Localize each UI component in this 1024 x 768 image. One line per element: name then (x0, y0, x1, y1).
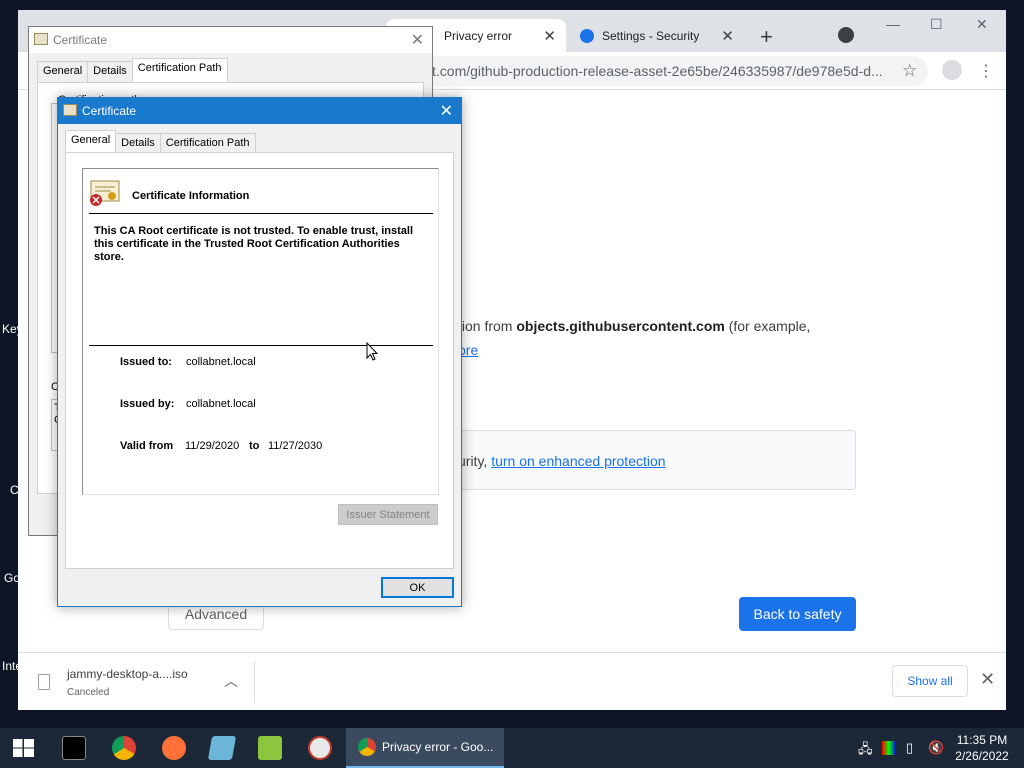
dialog-title: Certificate (53, 33, 108, 47)
volume-muted-icon[interactable]: 🔇 (928, 740, 944, 756)
display-icon[interactable] (882, 741, 896, 755)
dialog-title: Certificate (82, 104, 137, 118)
issued-by-label: Issued by: (120, 398, 175, 410)
trust-warning: This CA Root certificate is not trusted.… (94, 225, 414, 263)
mouse-cursor-icon (366, 342, 378, 361)
tab-general[interactable]: General (37, 61, 89, 82)
valid-from-label: Valid from (120, 440, 174, 452)
download-bar: jammy-desktop-a....iso Canceled ︿ Show a… (18, 652, 1006, 710)
window-close-icon[interactable]: ✕ (976, 16, 988, 33)
ok-button[interactable]: OK (381, 577, 454, 598)
enhanced-protection-link[interactable]: turn on enhanced protection (491, 453, 665, 469)
date: 2/26/2022 (955, 749, 1009, 763)
tab-search-icon[interactable] (838, 27, 854, 43)
bookmark-star-icon[interactable]: ☆ (902, 61, 917, 81)
tab-settings-security[interactable]: Settings - Security ✕ (570, 19, 744, 52)
untrusted-certificate-icon (90, 180, 120, 206)
time: 11:35 PM (956, 733, 1008, 747)
warning-text-line: tion from objects.githubusercontent.com … (458, 318, 811, 334)
title-bar[interactable]: Certificate ✕ (29, 27, 432, 53)
clock[interactable]: 11:35 PM 2/26/2022 (950, 732, 1014, 764)
profile-icon[interactable] (942, 60, 962, 80)
enhanced-text: urity, turn on enhanced protection (458, 453, 666, 469)
tab-list: General Details Certification Path (37, 58, 228, 82)
tab-details[interactable]: Details (87, 61, 133, 82)
terminal-icon[interactable] (62, 736, 86, 760)
notepad-icon[interactable] (207, 736, 237, 760)
issued-by-value: collabnet.local (186, 398, 256, 410)
tab-title: Privacy error (444, 28, 513, 43)
show-all-button[interactable]: Show all (892, 665, 968, 697)
notepad-plus-plus-icon[interactable] (258, 736, 282, 760)
tab-list: General Details Certification Path (65, 130, 256, 154)
chrome-icon[interactable] (112, 736, 136, 760)
close-icon[interactable]: ✕ (411, 30, 424, 50)
valid-from-value: 11/29/2020 (185, 440, 240, 452)
menu-icon[interactable]: ⋮ (978, 61, 994, 81)
download-status: Canceled (67, 687, 110, 698)
file-icon (38, 674, 50, 690)
tab-certification-path[interactable]: Certification Path (159, 133, 256, 154)
taskbar-chrome-window[interactable]: Privacy error - Goo... (346, 728, 504, 768)
certificate-info-title: Certificate Information (132, 190, 250, 202)
tab-title: Settings - Security (602, 28, 700, 43)
chevron-up-icon[interactable]: ︿ (224, 671, 238, 691)
valid-to-label: to (249, 440, 260, 452)
issued-to-value: collabnet.local (186, 356, 256, 368)
valid-to-value: 11/27/2030 (268, 440, 323, 452)
snipping-tool-icon[interactable] (308, 736, 332, 760)
certificate-dialog[interactable]: Certificate ✕ General Details Certificat… (57, 97, 462, 607)
back-to-safety-button[interactable]: Back to safety (739, 597, 856, 631)
close-icon[interactable]: ✕ (440, 101, 453, 121)
tab-general[interactable]: General (65, 130, 117, 154)
minimize-icon[interactable]: — (886, 16, 900, 32)
maximize-icon[interactable]: ☐ (930, 16, 943, 33)
settings-gear-icon (580, 29, 594, 43)
issuer-statement-button[interactable]: Issuer Statement (338, 504, 438, 525)
issued-to-label: Issued to: (120, 356, 172, 368)
divider (89, 213, 433, 214)
taskbar-window-title: Privacy error - Goo... (382, 740, 494, 754)
windows-start-icon[interactable] (13, 739, 34, 757)
close-icon[interactable]: ✕ (543, 27, 556, 45)
tab-details[interactable]: Details (115, 133, 161, 154)
taskbar: Privacy error - Goo... 🖧 ▯ 🔇 11:35 PM 2/… (0, 728, 1024, 768)
new-tab-icon[interactable]: + (760, 24, 773, 50)
tab-certification-path[interactable]: Certification Path (131, 58, 228, 82)
firefox-icon[interactable] (162, 736, 186, 760)
title-bar[interactable]: Certificate ✕ (58, 98, 461, 124)
close-icon[interactable]: ✕ (721, 27, 734, 45)
download-filename[interactable]: jammy-desktop-a....iso (67, 667, 188, 681)
usb-icon[interactable]: ▯ (906, 740, 913, 756)
chrome-icon (358, 738, 376, 756)
url-text[interactable]: t.com/github-production-release-asset-2e… (432, 63, 888, 79)
certificate-icon (34, 33, 48, 45)
divider (89, 345, 433, 346)
close-icon[interactable]: ✕ (980, 669, 995, 690)
divider (254, 661, 255, 703)
certificate-icon (63, 104, 77, 116)
network-icon[interactable]: 🖧 (858, 740, 873, 762)
certificate-info-panel: Certificate Information This CA Root cer… (82, 168, 439, 495)
